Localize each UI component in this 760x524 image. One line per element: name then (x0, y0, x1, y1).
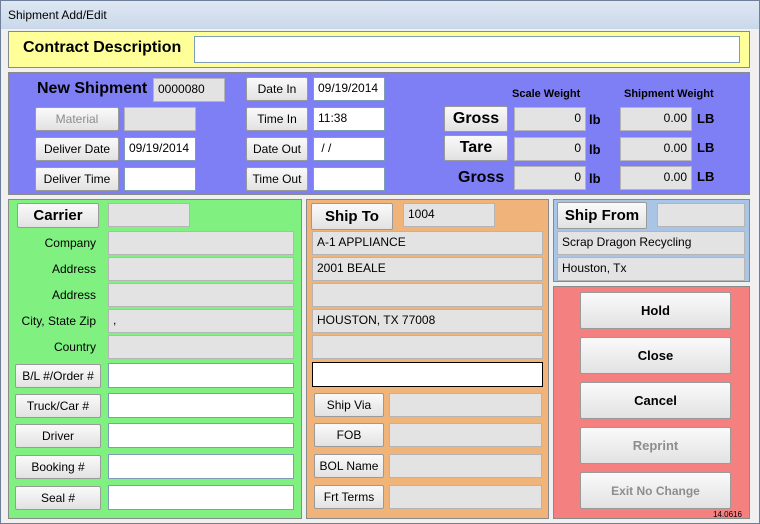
scale-net-field: 0 (514, 166, 586, 190)
date-out-button[interactable]: Date Out (246, 137, 308, 161)
reprint-button[interactable]: Reprint (580, 427, 731, 464)
time-out-button[interactable]: Time Out (246, 167, 308, 191)
ship-tare-field: 0.00 (620, 137, 692, 161)
hold-button[interactable]: Hold (580, 292, 731, 329)
deliver-date-field[interactable]: 09/19/2014 (124, 137, 196, 161)
ship-gross-field: 0.00 (620, 107, 692, 131)
address1-field (108, 257, 294, 281)
ship-via-button[interactable]: Ship Via (314, 393, 384, 417)
country-field (108, 335, 294, 359)
bl-order-button[interactable]: B/L #/Order # (15, 364, 101, 388)
fob-field (389, 423, 542, 447)
actions-panel: Hold Close Cancel Reprint Exit No Change… (553, 286, 750, 519)
version-label: 14.0616 (713, 510, 742, 519)
company-field (108, 231, 294, 255)
bol-name-button[interactable]: BOL Name (314, 454, 384, 478)
ship-to-line6[interactable] (312, 362, 543, 387)
ship-from-line2: Houston, Tx (557, 257, 745, 281)
driver-field[interactable] (108, 423, 294, 448)
tare-button[interactable]: Tare (444, 135, 508, 161)
country-label: Country (53, 340, 96, 354)
bl-order-field[interactable] (108, 363, 294, 388)
time-out-field[interactable] (313, 167, 385, 191)
truck-car-button[interactable]: Truck/Car # (15, 394, 101, 418)
seal-button[interactable]: Seal # (15, 486, 101, 510)
material-field (124, 107, 196, 131)
city-state-zip-field: , (108, 309, 294, 333)
ship-to-line5 (312, 335, 543, 359)
shipment-window: Shipment Add/Edit Contract Description N… (0, 0, 760, 524)
scale-weight-header: Scale Weight (512, 88, 581, 100)
ship-from-code-field (657, 203, 745, 227)
contract-label: Contract Description (23, 39, 182, 56)
ship-to-button[interactable]: Ship To (311, 203, 393, 230)
carrier-panel: Carrier Company Address Address City, St… (8, 199, 302, 519)
scale-tare-unit: lb (589, 142, 601, 157)
carrier-button[interactable]: Carrier (17, 203, 99, 228)
frt-terms-button[interactable]: Frt Terms (314, 485, 384, 509)
date-in-field[interactable]: 09/19/2014 (313, 77, 385, 101)
contract-description-input[interactable] (194, 36, 740, 63)
booking-field[interactable] (108, 454, 294, 479)
time-in-button[interactable]: Time In (246, 107, 308, 131)
fob-button[interactable]: FOB (314, 423, 384, 447)
scale-net-unit: lb (589, 171, 601, 186)
title-bar: Shipment Add/Edit (1, 1, 759, 29)
bol-name-field (389, 454, 542, 478)
date-in-button[interactable]: Date In (246, 77, 308, 101)
city-state-zip-label: City, State Zip (21, 314, 96, 328)
gross-button[interactable]: Gross (444, 106, 508, 132)
ship-to-line4: HOUSTON, TX 77008 (312, 309, 543, 333)
window-title: Shipment Add/Edit (8, 8, 107, 22)
cancel-button[interactable]: Cancel (580, 382, 731, 419)
seal-field[interactable] (108, 485, 294, 510)
ship-net-field: 0.00 (620, 166, 692, 190)
ship-to-line1: A-1 APPLIANCE (312, 231, 543, 255)
truck-car-field[interactable] (108, 393, 294, 418)
deliver-time-button[interactable]: Deliver Time (35, 167, 119, 191)
shipment-number: 0000080 (153, 78, 225, 102)
new-shipment-label: New Shipment (37, 80, 148, 97)
ship-net-unit: LB (697, 169, 715, 184)
ship-to-panel: Ship To 1004 A-1 APPLIANCE 2001 BEALE HO… (306, 199, 549, 519)
frt-terms-field (389, 485, 542, 509)
ship-to-line3 (312, 283, 543, 307)
contract-panel: Contract Description (8, 31, 750, 68)
scale-gross-unit: lb (589, 112, 601, 127)
shipment-panel: New Shipment 0000080 Material Deliver Da… (8, 72, 750, 195)
booking-button[interactable]: Booking # (15, 455, 101, 479)
ship-from-line1: Scrap Dragon Recycling (557, 231, 745, 255)
address1-label: Address (51, 262, 96, 276)
ship-from-button[interactable]: Ship From (557, 202, 647, 229)
shipment-weight-header: Shipment Weight (624, 88, 714, 100)
address2-field (108, 283, 294, 307)
gross-total-label: Gross (458, 169, 505, 186)
scale-tare-field: 0 (514, 137, 586, 161)
deliver-date-button[interactable]: Deliver Date (35, 137, 119, 161)
ship-tare-unit: LB (697, 140, 715, 155)
exit-no-change-button[interactable]: Exit No Change (580, 472, 731, 509)
close-button[interactable]: Close (580, 337, 731, 374)
material-button[interactable]: Material (35, 107, 119, 131)
ship-to-code-field: 1004 (403, 203, 495, 227)
date-out-field[interactable]: / / (313, 137, 385, 161)
deliver-time-field[interactable] (124, 167, 196, 191)
ship-to-line2: 2001 BEALE (312, 257, 543, 281)
ship-via-field (389, 393, 542, 417)
scale-gross-field: 0 (514, 107, 586, 131)
ship-gross-unit: LB (697, 111, 715, 126)
ship-from-panel: Ship From Scrap Dragon Recycling Houston… (553, 199, 750, 282)
driver-button[interactable]: Driver (15, 424, 101, 448)
company-label: Company (44, 236, 96, 250)
address2-label: Address (51, 288, 96, 302)
carrier-code-field (108, 203, 190, 227)
time-in-field[interactable]: 11:38 (313, 107, 385, 131)
